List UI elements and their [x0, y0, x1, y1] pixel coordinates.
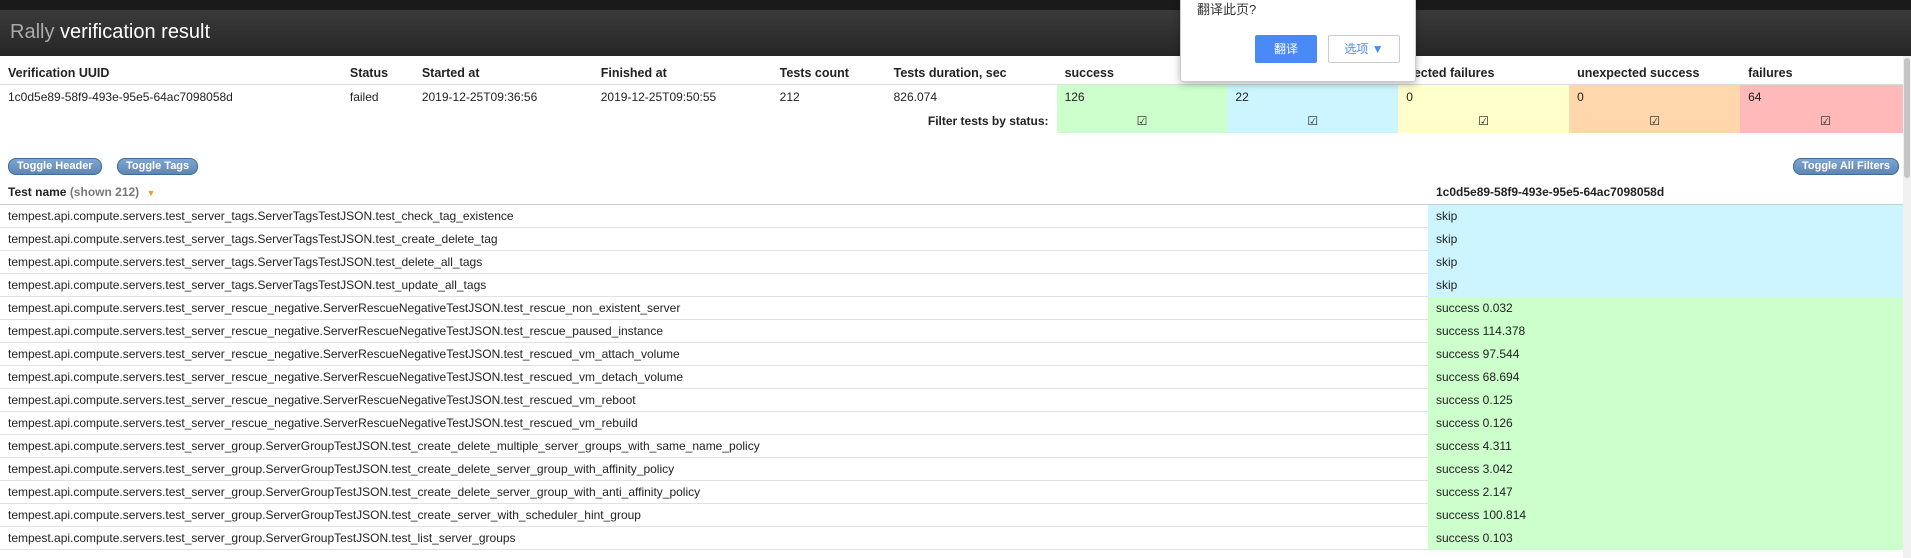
test-result: success 100.814: [1428, 504, 1903, 527]
summary-status: failed: [349, 90, 379, 104]
test-result: success 4.311: [1428, 435, 1903, 458]
summary-uxsuccess-count: 0: [1569, 84, 1741, 109]
summary-skip-count: 22: [1227, 84, 1399, 109]
col-expected-failures: pected failures: [1398, 62, 1570, 85]
col-failures: failures: [1740, 62, 1911, 85]
test-name: tempest.api.compute.servers.test_server_…: [8, 324, 664, 338]
test-result: success 68.694: [1428, 366, 1903, 389]
table-row[interactable]: tempest.api.compute.servers.test_server_…: [0, 343, 1903, 366]
test-result: success 114.378: [1428, 320, 1903, 343]
table-row[interactable]: tempest.api.compute.servers.test_server_…: [0, 504, 1903, 527]
app-header: Rally verification result: [0, 0, 1911, 56]
test-name-sort-header[interactable]: Test name (shown 212) ▼: [8, 185, 155, 199]
filter-uxsuccess-checkbox[interactable]: ☑: [1569, 109, 1741, 133]
test-result: success 0.125: [1428, 389, 1903, 412]
table-row[interactable]: tempest.api.compute.servers.test_server_…: [0, 205, 1903, 228]
table-row[interactable]: tempest.api.compute.servers.test_server_…: [0, 251, 1903, 274]
test-result: skip: [1428, 228, 1903, 251]
filter-xfail-checkbox[interactable]: ☑: [1398, 109, 1570, 133]
test-name: tempest.api.compute.servers.test_server_…: [8, 301, 681, 315]
test-result: success 0.103: [1428, 527, 1903, 550]
verification-column-header: 1c0d5e89-58f9-493e-95e5-64ac7098058d: [1436, 185, 1665, 199]
page-title: verification result: [60, 21, 211, 43]
table-row[interactable]: tempest.api.compute.servers.test_server_…: [0, 435, 1903, 458]
translate-button[interactable]: 翻译: [1255, 35, 1317, 63]
table-row[interactable]: tempest.api.compute.servers.test_server_…: [0, 228, 1903, 251]
brand-logo: Rally: [10, 21, 55, 43]
test-result: success 0.126: [1428, 412, 1903, 435]
options-dropdown[interactable]: 选项 ▼: [1328, 35, 1400, 63]
toggle-header-button[interactable]: Toggle Header: [8, 158, 102, 175]
test-name: tempest.api.compute.servers.test_server_…: [8, 439, 760, 453]
test-name: tempest.api.compute.servers.test_server_…: [8, 508, 641, 522]
test-name: tempest.api.compute.servers.test_server_…: [8, 462, 675, 476]
test-result: success 3.042: [1428, 458, 1903, 481]
filter-row: Filter tests by status: ☑ ☑ ☑ ☑ ☑: [0, 109, 1911, 133]
table-row[interactable]: tempest.api.compute.servers.test_server_…: [0, 297, 1903, 320]
test-result: success 0.032: [1428, 297, 1903, 320]
scrollbar-thumb[interactable]: [1904, 58, 1910, 178]
test-result: success 2.147: [1428, 481, 1903, 504]
table-row[interactable]: tempest.api.compute.servers.test_server_…: [0, 274, 1903, 297]
test-result: skip: [1428, 251, 1903, 274]
col-status: Status: [341, 62, 414, 85]
filter-label: Filter tests by status:: [927, 114, 1049, 128]
summary-finished: 2019-12-25T09:50:55: [600, 90, 717, 104]
toggle-all-filters-button[interactable]: Toggle All Filters: [1792, 158, 1899, 175]
toggle-tags-button[interactable]: Toggle Tags: [117, 158, 199, 175]
filter-success-checkbox[interactable]: ☑: [1056, 109, 1228, 133]
test-name: tempest.api.compute.servers.test_server_…: [8, 209, 514, 223]
translate-message: 翻译此页?: [1197, 2, 1257, 17]
table-row[interactable]: tempest.api.compute.servers.test_server_…: [0, 320, 1903, 343]
test-name: tempest.api.compute.servers.test_server_…: [8, 232, 498, 246]
col-uuid: Verification UUID: [0, 62, 342, 85]
test-name: tempest.api.compute.servers.test_server_…: [8, 531, 516, 545]
col-started: Started at: [413, 62, 593, 85]
table-row[interactable]: tempest.api.compute.servers.test_server_…: [0, 389, 1903, 412]
col-unexpected-success: unexpected success: [1569, 62, 1741, 85]
summary-count: 212: [779, 90, 800, 104]
test-name-label: Test name: [8, 185, 67, 199]
test-name: tempest.api.compute.servers.test_server_…: [8, 485, 701, 499]
summary-started: 2019-12-25T09:36:56: [421, 90, 538, 104]
test-name: tempest.api.compute.servers.test_server_…: [8, 278, 487, 292]
test-name: tempest.api.compute.servers.test_server_…: [8, 370, 683, 384]
table-row[interactable]: tempest.api.compute.servers.test_server_…: [0, 481, 1903, 504]
test-name: tempest.api.compute.servers.test_server_…: [8, 393, 636, 407]
summary-row: 1c0d5e89-58f9-493e-95e5-64ac7098058d fai…: [0, 84, 1911, 109]
filter-failures-checkbox[interactable]: ☑: [1740, 109, 1911, 133]
tests-table-header: Test name (shown 212) ▼ 1c0d5e89-58f9-49…: [0, 184, 1911, 205]
table-row[interactable]: tempest.api.compute.servers.test_server_…: [0, 458, 1903, 481]
summary-failures-count: 64: [1740, 84, 1911, 109]
table-row[interactable]: tempest.api.compute.servers.test_server_…: [0, 366, 1903, 389]
shown-count: (shown 212): [69, 185, 140, 199]
summary-success-count: 126: [1056, 84, 1228, 109]
test-name: tempest.api.compute.servers.test_server_…: [8, 416, 638, 430]
sort-caret-icon: ▼: [146, 188, 156, 198]
summary-duration: 826.074: [893, 90, 938, 104]
test-name: tempest.api.compute.servers.test_server_…: [8, 347, 680, 361]
test-result: skip: [1428, 205, 1903, 228]
table-row[interactable]: tempest.api.compute.servers.test_server_…: [0, 527, 1903, 550]
verification-summary-table: Verification UUID Status Started at Fini…: [0, 62, 1911, 133]
table-row[interactable]: tempest.api.compute.servers.test_server_…: [0, 412, 1903, 435]
test-name: tempest.api.compute.servers.test_server_…: [8, 255, 483, 269]
summary-uuid: 1c0d5e89-58f9-493e-95e5-64ac7098058d: [8, 90, 233, 104]
test-result: success 97.544: [1428, 343, 1903, 366]
filter-skip-checkbox[interactable]: ☑: [1227, 109, 1399, 133]
test-result: skip: [1428, 274, 1903, 297]
col-tests-count: Tests count: [771, 62, 886, 85]
translate-popup: 翻译此页? 翻译 选项 ▼: [1180, 0, 1416, 82]
col-duration: Tests duration, sec: [885, 62, 1057, 85]
tests-list: tempest.api.compute.servers.test_server_…: [0, 205, 1903, 550]
col-finished: Finished at: [592, 62, 772, 85]
summary-xfail-count: 0: [1398, 84, 1570, 109]
scrollbar[interactable]: [1903, 56, 1911, 558]
